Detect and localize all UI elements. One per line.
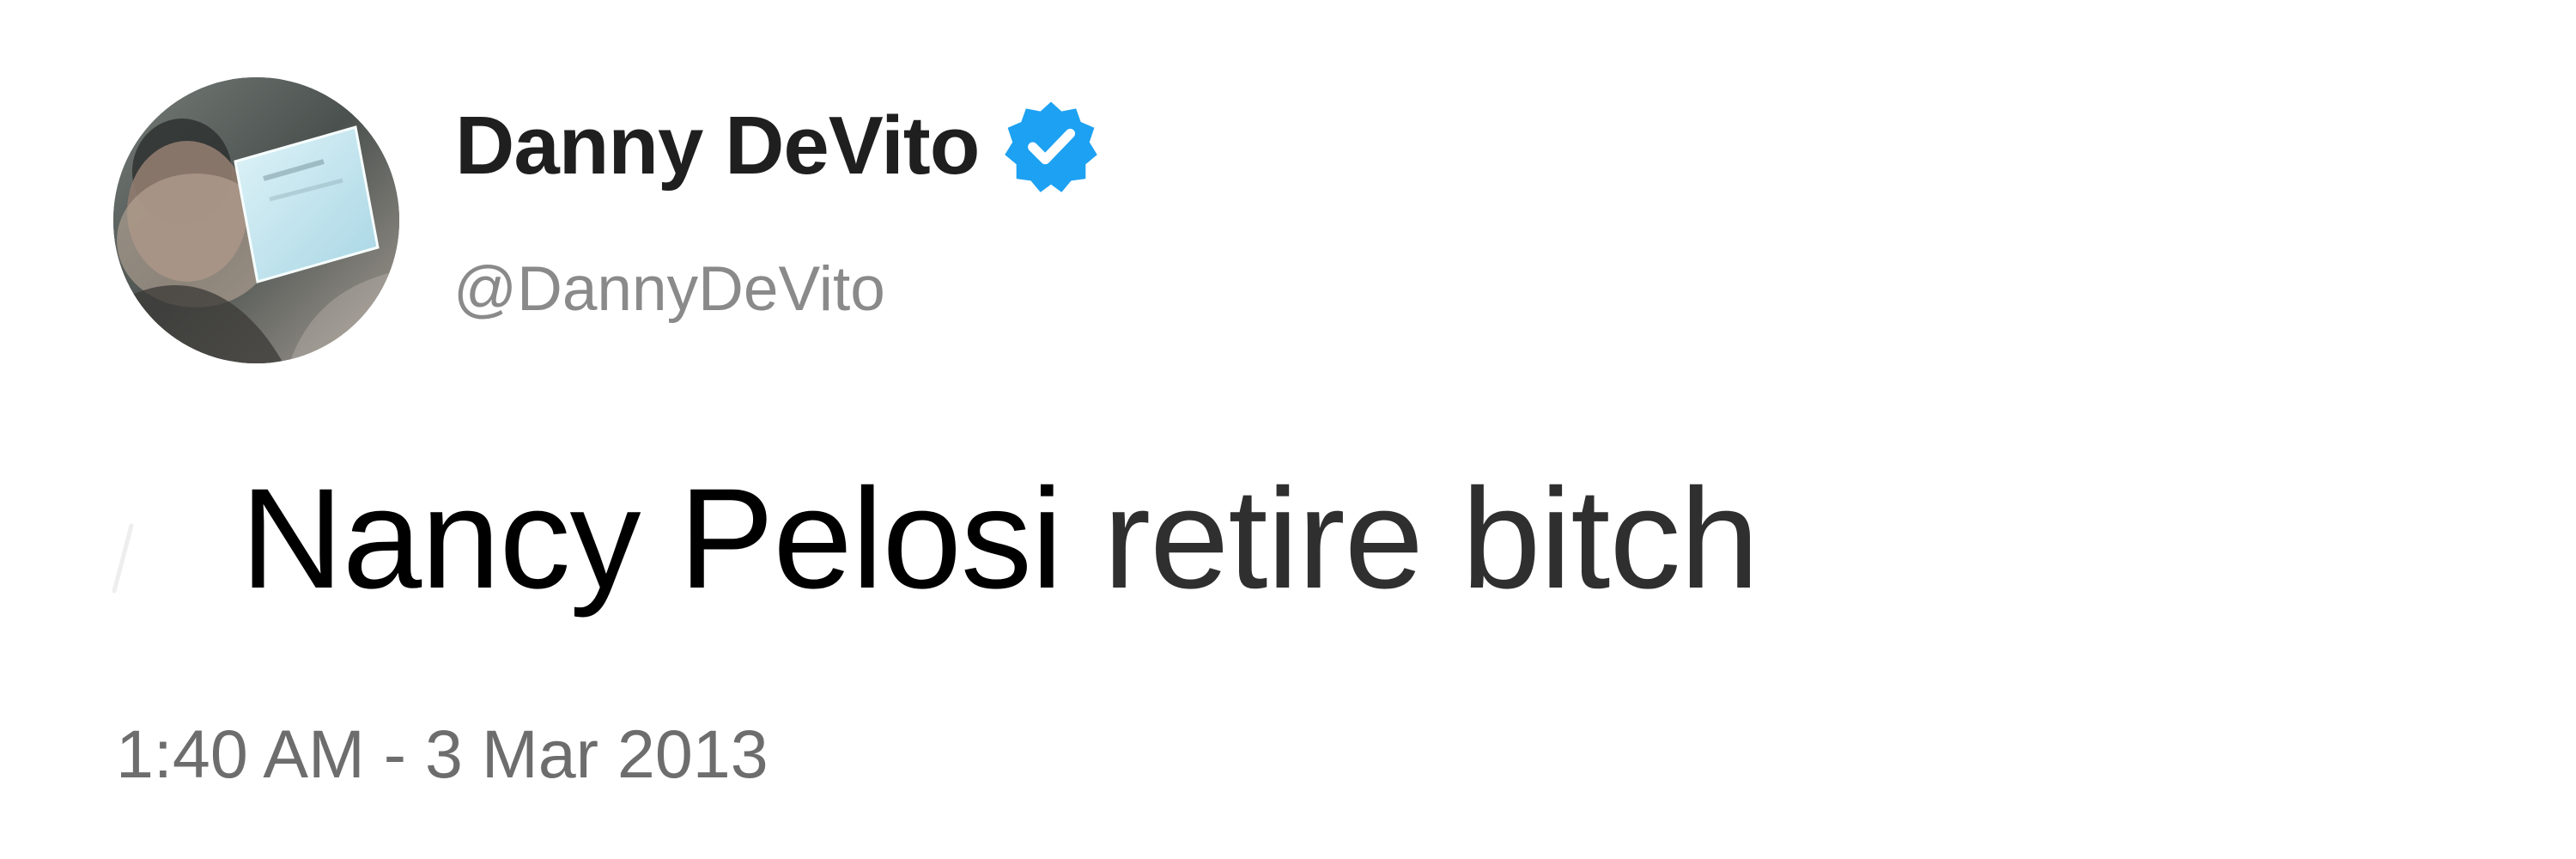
faint-slash-icon bbox=[112, 523, 134, 594]
tweet-text-secondary: retire bitch bbox=[1103, 460, 1759, 618]
verified-badge-icon bbox=[1005, 101, 1098, 192]
author-name-row: Danny DeVito bbox=[455, 99, 1099, 193]
avatar[interactable] bbox=[113, 77, 399, 363]
tweet-text: Nancy Pelosi retire bitch bbox=[240, 468, 1759, 611]
username[interactable]: @DannyDeVito bbox=[453, 258, 885, 320]
tweet-card: Danny DeVito @DannyDeVito Nancy Pelosi re… bbox=[0, 0, 2576, 859]
tweet-timestamp[interactable]: 1:40 AM - 3 Mar 2013 bbox=[116, 720, 769, 788]
tweet-text-primary: Nancy Pelosi bbox=[240, 460, 1063, 618]
avatar-photo-icon bbox=[113, 77, 399, 363]
display-name[interactable]: Danny DeVito bbox=[455, 105, 980, 187]
